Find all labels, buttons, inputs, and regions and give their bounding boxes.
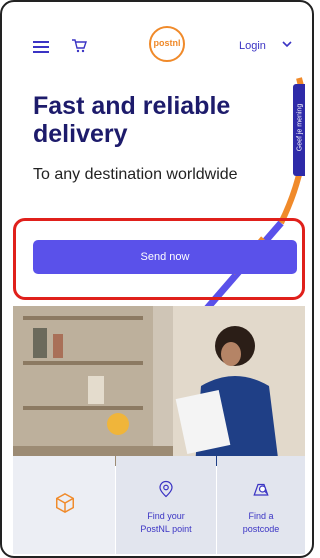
- send-now-button[interactable]: Send now: [33, 240, 297, 274]
- login-button[interactable]: Login: [239, 40, 266, 52]
- tile-find-postnl-point[interactable]: Find your PostNL point: [116, 456, 216, 554]
- quick-links: Find your PostNL point Find a postcode: [13, 456, 305, 554]
- menu-icon[interactable]: [33, 41, 49, 53]
- postnl-logo[interactable]: postnl: [149, 26, 185, 62]
- logo-text: postnl: [153, 38, 181, 48]
- parcel-icon: [56, 492, 74, 514]
- hero-subtitle: To any destination worldwide: [33, 166, 238, 183]
- search-map-icon: [253, 483, 269, 496]
- hero-title: Fast and reliable delivery: [33, 92, 231, 148]
- location-pin-icon: [159, 480, 173, 498]
- cart-icon[interactable]: [71, 38, 87, 54]
- feedback-tab-label: Geef je mening: [296, 103, 304, 152]
- phone-frame: postnl Login Fast and reliable delivery …: [0, 0, 314, 558]
- tile-label: Find your PostNL point: [140, 511, 192, 534]
- chevron-down-icon[interactable]: [281, 38, 293, 50]
- tile-label: Find a postcode: [242, 511, 280, 534]
- screen: postnl Login Fast and reliable delivery …: [13, 18, 305, 554]
- hero-photo: [13, 306, 305, 466]
- tile-parcel[interactable]: [13, 456, 115, 554]
- feedback-tab[interactable]: Geef je mening: [293, 84, 305, 176]
- tile-find-postcode[interactable]: Find a postcode: [217, 456, 305, 554]
